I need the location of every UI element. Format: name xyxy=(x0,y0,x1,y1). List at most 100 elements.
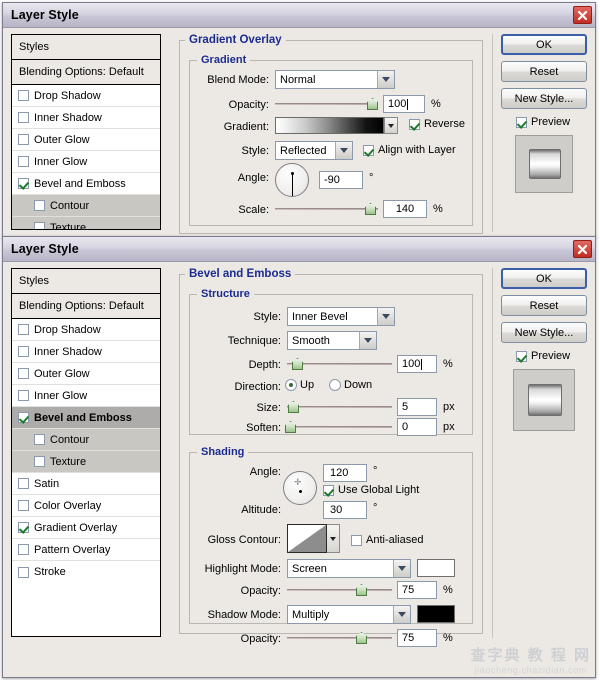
direction-down-radio-row[interactable]: Down xyxy=(329,379,372,391)
opacity-slider-thumb[interactable] xyxy=(367,98,378,110)
sidebar-item-outer-glow[interactable]: Outer Glow xyxy=(12,363,160,385)
chevron-down-icon[interactable] xyxy=(359,332,376,349)
inner-glow-checkbox[interactable] xyxy=(18,390,29,401)
shadow-color-swatch[interactable] xyxy=(417,605,455,623)
inner-shadow-checkbox[interactable] xyxy=(18,112,29,123)
sidebar-item-drop-shadow[interactable]: Drop Shadow xyxy=(12,85,160,107)
texture-checkbox[interactable] xyxy=(34,222,45,229)
scale-slider-thumb[interactable] xyxy=(365,203,376,215)
direction-down-radio[interactable] xyxy=(329,379,341,391)
ok-button[interactable]: OK xyxy=(501,268,587,289)
gloss-contour-chevron-down-icon[interactable] xyxy=(327,524,340,553)
soften-slider[interactable] xyxy=(285,420,392,434)
preview-checkbox[interactable] xyxy=(516,350,527,362)
depth-slider[interactable] xyxy=(287,357,392,371)
sidebar-item-inner-shadow[interactable]: Inner Shadow xyxy=(12,341,160,363)
inner-glow-checkbox[interactable] xyxy=(18,156,29,167)
align-with-layer-row[interactable]: Align with Layer xyxy=(363,144,456,156)
soften-input[interactable]: 0 xyxy=(397,418,437,436)
gradient-preview-swatch[interactable] xyxy=(275,117,384,134)
shadow-opacity-slider-thumb[interactable] xyxy=(356,632,367,644)
gradient-picker-chevron-down-icon[interactable] xyxy=(384,117,398,134)
satin-checkbox[interactable] xyxy=(18,478,29,489)
shadow-opacity-input[interactable]: 75 xyxy=(397,629,437,647)
stroke-checkbox[interactable] xyxy=(18,566,29,578)
sidebar-item-satin[interactable]: Satin xyxy=(12,473,160,495)
depth-slider-thumb[interactable] xyxy=(292,358,303,370)
new-style-button[interactable]: New Style... xyxy=(501,322,587,343)
size-slider[interactable] xyxy=(287,400,392,414)
bevel-and-emboss-checkbox[interactable] xyxy=(18,412,29,423)
scale-input[interactable]: 140 xyxy=(383,200,427,218)
gloss-contour-swatch[interactable] xyxy=(287,524,327,553)
preview-checkbox-row[interactable]: Preview xyxy=(516,116,570,128)
sidebar-item-inner-glow[interactable]: Inner Glow xyxy=(12,151,160,173)
contour-checkbox[interactable] xyxy=(34,200,45,211)
use-global-light-row[interactable]: Use Global Light xyxy=(323,484,419,496)
chevron-down-icon[interactable] xyxy=(377,308,394,325)
sidebar-item-stroke[interactable]: Stroke xyxy=(12,561,160,583)
sidebar-item-inner-shadow[interactable]: Inner Shadow xyxy=(12,107,160,129)
sidebar-item-texture[interactable]: Texture xyxy=(12,217,160,229)
contour-checkbox[interactable] xyxy=(34,434,45,445)
highlight-mode-select[interactable]: Screen xyxy=(287,559,411,578)
reset-button[interactable]: Reset xyxy=(501,61,587,82)
use-global-light-checkbox[interactable] xyxy=(323,484,334,496)
sidebar-item-pattern-overlay[interactable]: Pattern Overlay xyxy=(12,539,160,561)
direction-up-radio-row[interactable]: Up xyxy=(285,379,314,391)
blending-options-row[interactable]: Blending Options: Default xyxy=(12,294,160,319)
sidebar-item-contour[interactable]: Contour xyxy=(12,195,160,217)
altitude-input[interactable]: 30 xyxy=(323,501,367,519)
anti-aliased-checkbox[interactable] xyxy=(351,534,362,546)
sidebar-item-drop-shadow[interactable]: Drop Shadow xyxy=(12,319,160,341)
reverse-checkbox-row[interactable]: Reverse xyxy=(409,118,465,130)
close-icon[interactable] xyxy=(573,240,592,258)
chevron-down-icon[interactable] xyxy=(335,142,352,159)
highlight-opacity-input[interactable]: 75 xyxy=(397,581,437,599)
size-input[interactable]: 5 xyxy=(397,398,437,416)
align-with-layer-checkbox[interactable] xyxy=(363,144,374,156)
shading-angle-input[interactable]: 120 xyxy=(323,464,367,482)
close-icon[interactable] xyxy=(573,6,592,24)
sidebar-item-outer-glow[interactable]: Outer Glow xyxy=(12,129,160,151)
depth-input[interactable]: 100 xyxy=(397,355,437,373)
shadow-opacity-slider[interactable] xyxy=(287,631,392,645)
sidebar-item-gradient-overlay[interactable]: Gradient Overlay xyxy=(12,517,160,539)
bevel-style-select[interactable]: Inner Bevel xyxy=(287,307,395,326)
drop-shadow-checkbox[interactable] xyxy=(18,90,29,101)
pattern-overlay-checkbox[interactable] xyxy=(18,544,29,555)
gradient-style-select[interactable]: Reflected xyxy=(275,141,353,160)
ok-button[interactable]: OK xyxy=(501,34,587,55)
opacity-slider[interactable] xyxy=(275,97,378,111)
preview-checkbox-row[interactable]: Preview xyxy=(516,350,570,362)
sidebar-item-texture[interactable]: Texture xyxy=(12,451,160,473)
new-style-button[interactable]: New Style... xyxy=(501,88,587,109)
highlight-color-swatch[interactable] xyxy=(417,559,455,577)
sidebar-item-bevel-and-emboss[interactable]: Bevel and Emboss xyxy=(12,407,160,429)
size-slider-thumb[interactable] xyxy=(288,401,299,413)
shadow-mode-select[interactable]: Multiply xyxy=(287,605,411,624)
chevron-down-icon[interactable] xyxy=(393,606,410,623)
highlight-opacity-slider[interactable] xyxy=(287,583,392,597)
anti-aliased-row[interactable]: Anti-aliased xyxy=(351,534,423,546)
opacity-input[interactable]: 100 xyxy=(383,95,425,113)
technique-select[interactable]: Smooth xyxy=(287,331,377,350)
reset-button[interactable]: Reset xyxy=(501,295,587,316)
dialog-2-titlebar[interactable]: Layer Style xyxy=(3,237,595,262)
angle-input[interactable]: -90 xyxy=(319,171,363,189)
scale-slider[interactable] xyxy=(275,202,378,216)
preview-checkbox[interactable] xyxy=(516,116,527,128)
chevron-down-icon[interactable] xyxy=(393,560,410,577)
angle-dial[interactable] xyxy=(275,163,309,197)
sidebar-item-inner-glow[interactable]: Inner Glow xyxy=(12,385,160,407)
shading-angle-dial[interactable]: ✛ xyxy=(283,471,317,505)
outer-glow-checkbox[interactable] xyxy=(18,368,29,379)
bevel-and-emboss-checkbox[interactable] xyxy=(18,178,29,189)
dialog-1-titlebar[interactable]: Layer Style xyxy=(3,3,595,28)
outer-glow-checkbox[interactable] xyxy=(18,134,29,145)
color-overlay-checkbox[interactable] xyxy=(18,500,29,511)
reverse-checkbox[interactable] xyxy=(409,118,420,130)
chevron-down-icon[interactable] xyxy=(377,71,394,88)
soften-slider-thumb[interactable] xyxy=(285,421,296,433)
blending-options-row[interactable]: Blending Options: Default xyxy=(12,60,160,85)
